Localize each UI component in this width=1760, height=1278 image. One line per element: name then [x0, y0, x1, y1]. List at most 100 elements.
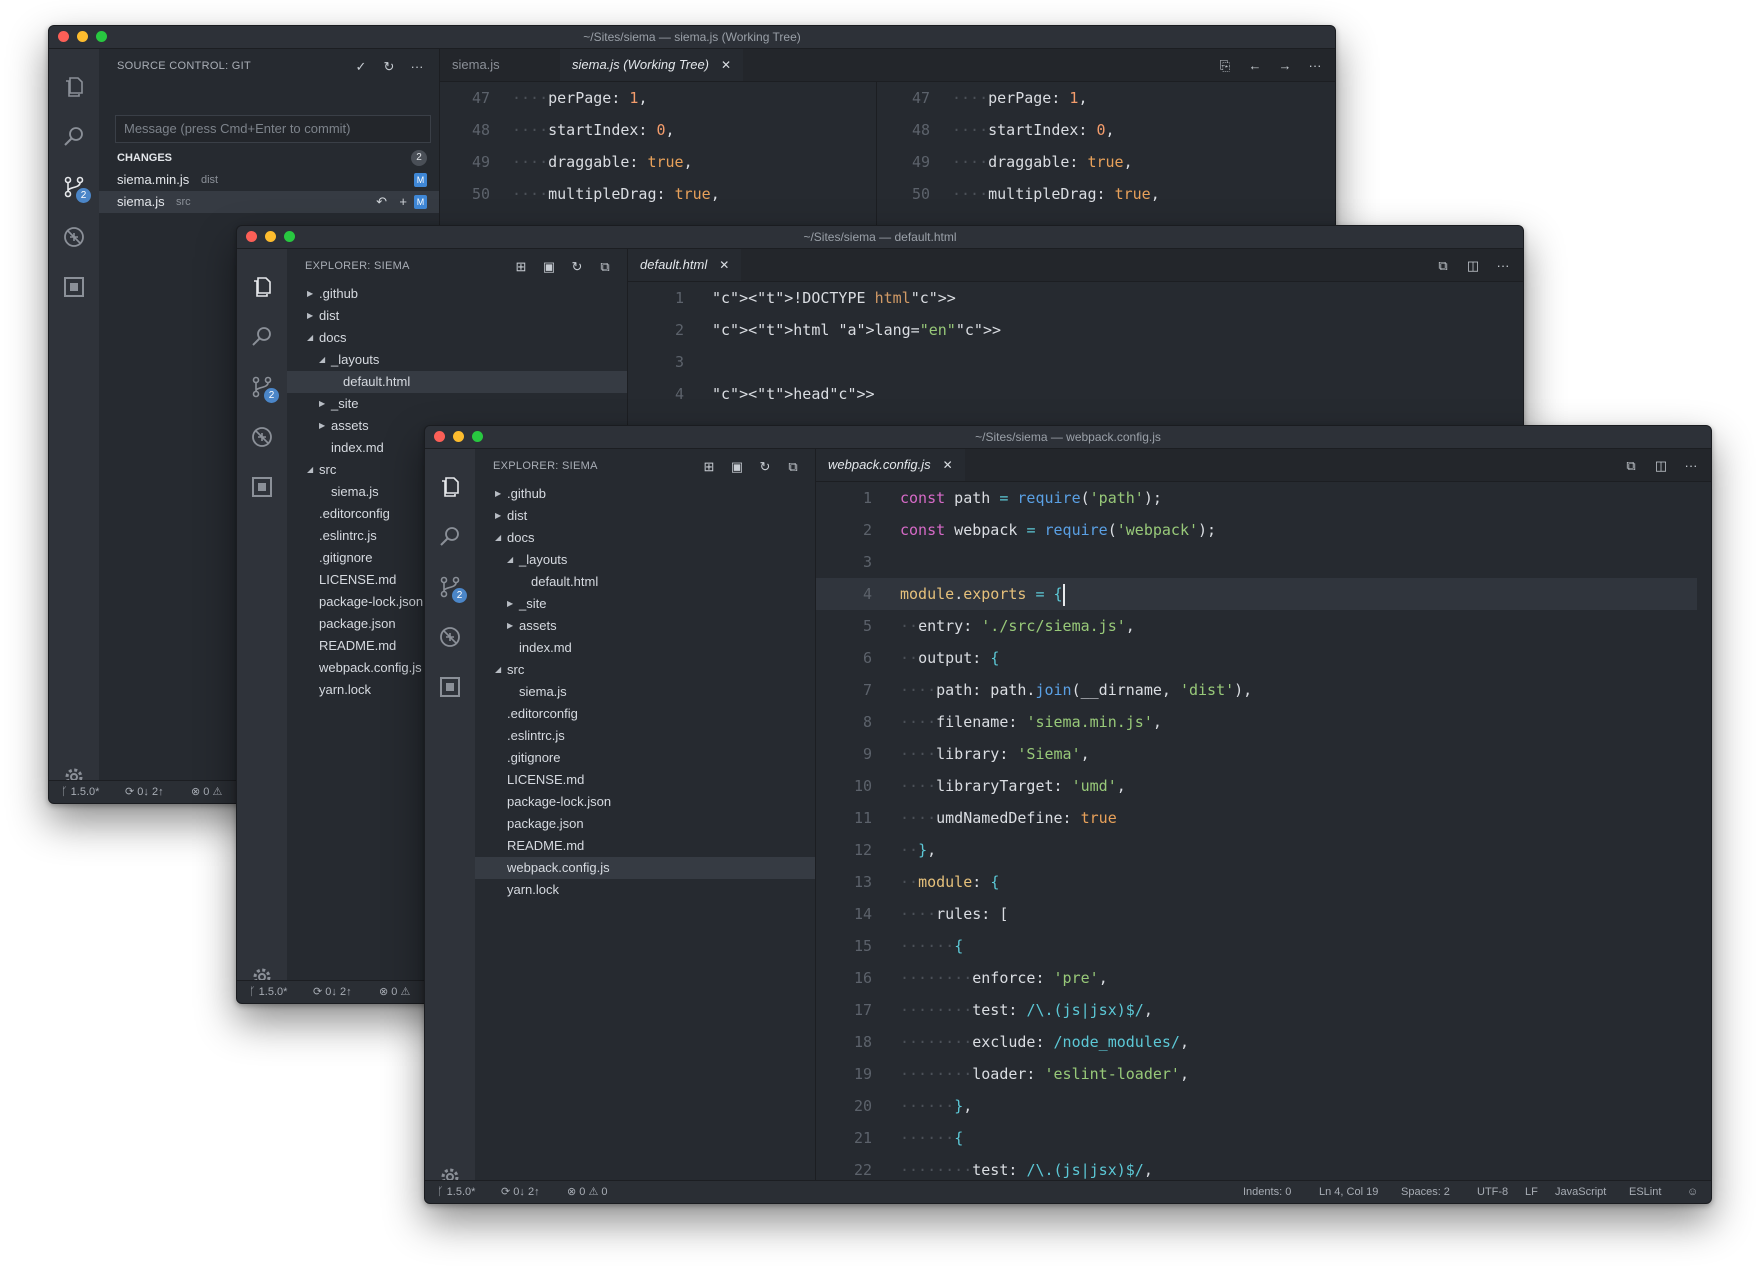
collapse-all-icon[interactable]: ⧉: [785, 459, 801, 475]
search-icon[interactable]: [438, 525, 462, 549]
commit-message-input[interactable]: Message (press Cmd+Enter to commit): [115, 115, 431, 143]
debug-icon[interactable]: [438, 625, 462, 649]
split-editor-icon[interactable]: ◫: [1653, 458, 1669, 474]
open-preview-icon[interactable]: ⧉: [1435, 258, 1451, 274]
refresh-icon[interactable]: ↻: [757, 459, 773, 475]
tab-default-html[interactable]: default.html ✕: [628, 249, 742, 281]
caret-down-icon: ◢: [307, 465, 314, 474]
problems-indicator[interactable]: ⊗ 0 ⚠ 0: [567, 1181, 608, 1203]
tree-folder[interactable]: ▶ dist: [287, 305, 627, 327]
panel-title: SOURCE CONTROL: GIT: [117, 60, 252, 72]
split-editor-icon[interactable]: ◫: [1465, 258, 1481, 274]
source-control-icon[interactable]: 2: [62, 175, 91, 203]
tree-file[interactable]: webpack.config.js: [475, 857, 815, 879]
collapse-all-icon[interactable]: ⧉: [597, 259, 613, 275]
linter-indicator[interactable]: ESLint: [1629, 1181, 1661, 1203]
more-icon[interactable]: ···: [409, 59, 425, 75]
sync-indicator[interactable]: ⟳ 0↓ 2↑: [125, 781, 164, 803]
branch-indicator[interactable]: ᚴ 1.5.0*: [61, 781, 99, 803]
new-file-icon[interactable]: ⊞: [513, 259, 529, 275]
tree-file[interactable]: package.json: [475, 813, 815, 835]
debug-icon[interactable]: [250, 425, 274, 449]
files-icon[interactable]: [62, 75, 86, 99]
tree-folder[interactable]: ▶ _site: [287, 393, 627, 415]
tree-folder[interactable]: ▶ dist: [475, 505, 815, 527]
sync-indicator[interactable]: ⟳ 0↓ 2↑: [313, 981, 352, 1003]
problems-indicator[interactable]: ⊗ 0 ⚠: [379, 981, 410, 1003]
extensions-icon[interactable]: [62, 275, 86, 299]
new-folder-icon[interactable]: ▣: [729, 459, 745, 475]
open-file-icon[interactable]: ⎘: [1217, 58, 1233, 74]
refresh-icon[interactable]: ↻: [381, 59, 397, 75]
panel-toolbar: ✓ ↻ ···: [341, 58, 425, 74]
tab-webpack-config[interactable]: webpack.config.js ✕: [816, 449, 965, 481]
tree-folder[interactable]: ◢ _layouts: [287, 349, 627, 371]
close-icon[interactable]: ✕: [719, 258, 729, 272]
more-icon[interactable]: ···: [1307, 58, 1323, 74]
tree-file[interactable]: .editorconfig: [475, 703, 815, 725]
tree-folder[interactable]: ◢ docs: [475, 527, 815, 549]
tree-folder[interactable]: ▶ .github: [475, 483, 815, 505]
sync-indicator[interactable]: ⟳ 0↓ 2↑: [501, 1181, 540, 1203]
source-control-icon[interactable]: 2: [250, 375, 279, 403]
discard-icon[interactable]: ↶: [376, 191, 387, 213]
files-icon[interactable]: [250, 275, 274, 299]
tree-file[interactable]: default.html: [475, 571, 815, 593]
tree-file[interactable]: default.html: [287, 371, 627, 393]
encoding-indicator[interactable]: UTF-8: [1477, 1181, 1508, 1203]
cursor-position[interactable]: Ln 4, Col 19: [1319, 1181, 1378, 1203]
next-change-icon[interactable]: →: [1277, 58, 1293, 74]
change-item[interactable]: siema.min.js dist M: [99, 169, 439, 191]
spaces-indicator[interactable]: Spaces: 2: [1401, 1181, 1450, 1203]
tree-folder[interactable]: ◢ docs: [287, 327, 627, 349]
search-icon[interactable]: [62, 125, 86, 149]
tree-file[interactable]: .eslintrc.js: [475, 725, 815, 747]
tree-folder[interactable]: ▶ assets: [475, 615, 815, 637]
caret-down-icon: ◢: [507, 555, 514, 564]
tree-label: siema.js: [331, 484, 379, 499]
js-code[interactable]: 1 const path = require('path'); 2 const web…: [816, 482, 1711, 1181]
tree-file[interactable]: .gitignore: [475, 747, 815, 769]
tab-siema-js[interactable]: siema.js: [440, 49, 558, 81]
commit-check-icon[interactable]: ✓: [353, 59, 369, 75]
close-icon[interactable]: ✕: [721, 58, 731, 72]
tree-folder[interactable]: ◢ src: [475, 659, 815, 681]
changes-label: CHANGES: [117, 152, 173, 164]
tree-file[interactable]: yarn.lock: [475, 879, 815, 901]
problems-indicator[interactable]: ⊗ 0 ⚠: [191, 781, 222, 803]
eol-indicator[interactable]: LF: [1525, 1181, 1538, 1203]
tree-file[interactable]: LICENSE.md: [475, 769, 815, 791]
tree-folder[interactable]: ◢ _layouts: [475, 549, 815, 571]
indents-indicator[interactable]: Indents: 0: [1243, 1181, 1291, 1203]
tree-file[interactable]: siema.js: [475, 681, 815, 703]
source-control-icon[interactable]: 2: [438, 575, 467, 603]
tree-file[interactable]: index.md: [475, 637, 815, 659]
extensions-icon[interactable]: [438, 675, 462, 699]
new-folder-icon[interactable]: ▣: [541, 259, 557, 275]
branch-indicator[interactable]: ᚴ 1.5.0*: [249, 981, 287, 1003]
search-icon[interactable]: [250, 325, 274, 349]
change-item[interactable]: siema.js src ↶ + M: [99, 191, 439, 213]
more-icon[interactable]: ···: [1683, 458, 1699, 474]
files-icon[interactable]: [438, 475, 462, 499]
feedback-smiley-icon[interactable]: ☺: [1687, 1181, 1698, 1203]
language-indicator[interactable]: JavaScript: [1555, 1181, 1606, 1203]
new-file-icon[interactable]: ⊞: [701, 459, 717, 475]
refresh-icon[interactable]: ↻: [569, 259, 585, 275]
tree-file[interactable]: README.md: [475, 835, 815, 857]
extensions-icon[interactable]: [250, 475, 274, 499]
more-icon[interactable]: ···: [1495, 258, 1511, 274]
code-line: "c"><"t">!DOCTYPE html"c">>: [712, 289, 956, 307]
tree-folder[interactable]: ▶ _site: [475, 593, 815, 615]
window-title: ~/Sites/siema — default.html: [803, 230, 957, 244]
tree-folder[interactable]: ▶ .github: [287, 283, 627, 305]
stage-icon[interactable]: +: [399, 191, 407, 213]
tab-siema-working-tree[interactable]: siema.js (Working Tree) ✕: [560, 49, 744, 81]
branch-indicator[interactable]: ᚴ 1.5.0*: [437, 1181, 475, 1203]
tree-file[interactable]: package-lock.json: [475, 791, 815, 813]
previous-change-icon[interactable]: ←: [1247, 58, 1263, 74]
debug-icon[interactable]: [62, 225, 86, 249]
close-icon[interactable]: ✕: [943, 458, 953, 472]
open-preview-icon[interactable]: ⧉: [1623, 458, 1639, 474]
changes-header[interactable]: CHANGES 2: [99, 147, 439, 169]
